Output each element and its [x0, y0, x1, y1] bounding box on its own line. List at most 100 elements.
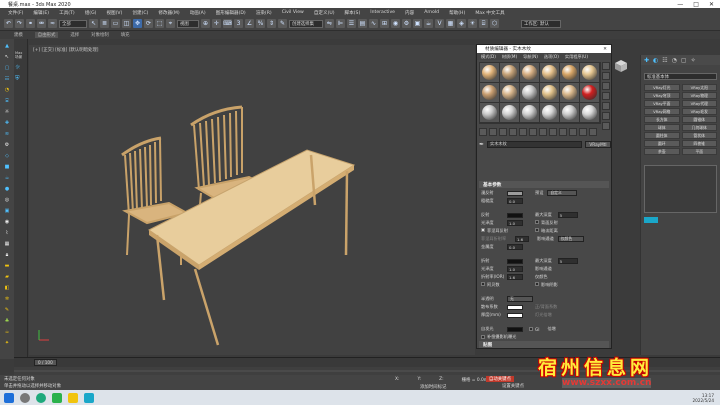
percent-snap-icon[interactable]: %	[256, 19, 265, 28]
me-menu-options[interactable]: 选项(O)	[544, 54, 559, 60]
diffuse-swatch[interactable]	[507, 190, 523, 196]
put-to-scene-icon[interactable]	[489, 128, 497, 136]
roughness-input[interactable]: 0.0	[507, 198, 523, 204]
sample-slot[interactable]	[500, 83, 519, 102]
sample-slot[interactable]	[520, 83, 539, 102]
select-by-name-icon[interactable]: ≣	[100, 19, 109, 28]
viewcube-icon[interactable]	[612, 57, 630, 75]
create-button[interactable]: VRay平面	[644, 100, 680, 107]
layer-explorer-icon[interactable]: ☰	[347, 19, 356, 28]
ribbon-tab-freeform[interactable]: 自由形式	[34, 32, 59, 38]
menu-arnold[interactable]: Arnold	[424, 10, 439, 15]
create-button[interactable]: VRay代理	[681, 100, 717, 107]
translucency-dropdown[interactable]: 无	[507, 296, 533, 302]
menu-modifiers[interactable]: 修改器(M)	[158, 10, 179, 16]
create-button[interactable]: VRay太阳	[681, 84, 717, 91]
show-end-result-icon[interactable]	[569, 128, 577, 136]
lock-icon[interactable]: 🔒︎	[3, 250, 12, 259]
ribbon-tab-modeling[interactable]: 建模	[14, 32, 23, 38]
torus-icon[interactable]: ◎	[3, 195, 12, 204]
window-crossing-icon[interactable]: ◫	[122, 19, 131, 28]
search-icon[interactable]	[20, 392, 30, 403]
self-illum-swatch[interactable]	[507, 326, 523, 332]
schematic-view-icon[interactable]: ⊞	[380, 19, 389, 28]
sample-slot[interactable]	[500, 63, 519, 82]
select-move-icon[interactable]: ✥	[133, 19, 142, 28]
material-editor-icon[interactable]: ◉	[391, 19, 400, 28]
create-button[interactable]: VRay物理	[681, 92, 717, 99]
spinner-snap-icon[interactable]: ⇕	[267, 19, 276, 28]
sample-slot[interactable]	[540, 63, 559, 82]
bind-spacewarp-icon[interactable]: ≈	[48, 19, 57, 28]
system-icon[interactable]: ⚙	[3, 140, 12, 149]
display-icon[interactable]: ▢	[3, 63, 12, 72]
place-icon[interactable]: ⌖	[166, 19, 175, 28]
create-button[interactable]: VRay毛发	[681, 108, 717, 115]
menu-file[interactable]: 文件(F)	[8, 10, 23, 16]
me-menu-material[interactable]: 材质(M)	[502, 54, 517, 60]
link-icon[interactable]: ⚭	[26, 19, 35, 28]
angle-snap-icon[interactable]: ∠	[245, 19, 254, 28]
edit-named-sets-icon[interactable]: ✎	[278, 19, 287, 28]
affect-shadows-checkbox[interactable]	[535, 282, 539, 286]
grid-icon[interactable]: ▦	[3, 239, 12, 248]
scene-sun-icon[interactable]: ☼	[15, 64, 27, 71]
maximize-button[interactable]: □	[693, 1, 699, 8]
geometry-icon[interactable]: ■	[3, 162, 12, 171]
motion-tab-icon[interactable]: ◔	[672, 57, 677, 64]
sample-slot[interactable]	[480, 83, 499, 102]
star-icon[interactable]: ✦	[3, 338, 12, 347]
vray-frame-icon[interactable]: ▦	[446, 19, 455, 28]
select-scale-icon[interactable]: ⬚	[155, 19, 164, 28]
make-unique-icon[interactable]	[529, 128, 537, 136]
selection-filter-dropdown[interactable]: 全部	[59, 19, 87, 28]
spacewarp-icon[interactable]: ≋	[3, 129, 12, 138]
ribbon-tab-populate[interactable]: 填充	[121, 32, 130, 38]
affect-channels-refract-val[interactable]: 仅颜色	[535, 274, 548, 280]
gloss-input[interactable]: 1.0	[507, 220, 523, 226]
reference-coord-dropdown[interactable]: 视图	[177, 19, 199, 28]
color-swatch-panel[interactable]	[644, 217, 658, 223]
material-name-field[interactable]: 实木木纹	[487, 140, 582, 148]
menu-edit[interactable]: 编辑(E)	[33, 10, 49, 16]
me-menu-navigation[interactable]: 导航(N)	[523, 54, 538, 60]
abbe-checkbox[interactable]	[481, 282, 485, 286]
refract-swatch[interactable]	[507, 258, 523, 264]
sample-slot[interactable]	[520, 63, 539, 82]
snap-toggle-icon[interactable]: 3	[234, 19, 243, 28]
menu-max-cn-tools[interactable]: Max 中文工具	[475, 10, 504, 16]
menu-create[interactable]: 创建(C)	[132, 10, 148, 16]
brush-icon[interactable]: ✎	[3, 305, 12, 314]
unlink-icon[interactable]: ⚮	[37, 19, 46, 28]
arrow-up-icon[interactable]: ▲	[3, 41, 12, 50]
windows-start-icon[interactable]	[4, 392, 14, 403]
sample-slot[interactable]	[560, 103, 579, 122]
select-object-icon[interactable]: ↖	[89, 19, 98, 28]
menu-civil-view[interactable]: Civil View	[282, 10, 304, 15]
sample-slot[interactable]	[480, 103, 499, 122]
pivot-center-icon[interactable]: ⊕	[201, 19, 210, 28]
close-button[interactable]: ✕	[709, 1, 714, 8]
named-selection-dropdown[interactable]: 创建选择集	[289, 19, 323, 28]
refract-gloss-input[interactable]: 1.0	[507, 266, 523, 272]
dining-table[interactable]	[148, 149, 356, 346]
thickness-swatch[interactable]	[507, 312, 523, 318]
menu-graph-editors[interactable]: 图形编辑器(D)	[216, 10, 246, 16]
dim-distance-checkbox[interactable]	[535, 228, 539, 232]
sample-slot[interactable]	[580, 83, 599, 102]
motion-icon[interactable]: ◔	[3, 85, 12, 94]
options-icon[interactable]	[602, 112, 610, 120]
make-copy-icon[interactable]	[519, 128, 527, 136]
bone-icon[interactable]: ▬	[3, 261, 12, 270]
go-forward-icon[interactable]	[589, 128, 597, 136]
wire-icon[interactable]: ⌇	[3, 228, 12, 237]
vray-toolbar-icon[interactable]: ◈	[457, 19, 466, 28]
particle-icon[interactable]: ✲	[3, 294, 12, 303]
reset-map-icon[interactable]	[509, 128, 517, 136]
me-menu-mode[interactable]: 模式(D)	[481, 54, 496, 60]
eye-icon[interactable]: ◉	[3, 217, 12, 226]
ribbon-tab-selection[interactable]: 选择	[70, 32, 79, 38]
create-button[interactable]: 圆环	[644, 140, 680, 147]
go-to-parent-icon[interactable]	[579, 128, 587, 136]
menu-customize[interactable]: 自定义(U)	[314, 10, 335, 16]
